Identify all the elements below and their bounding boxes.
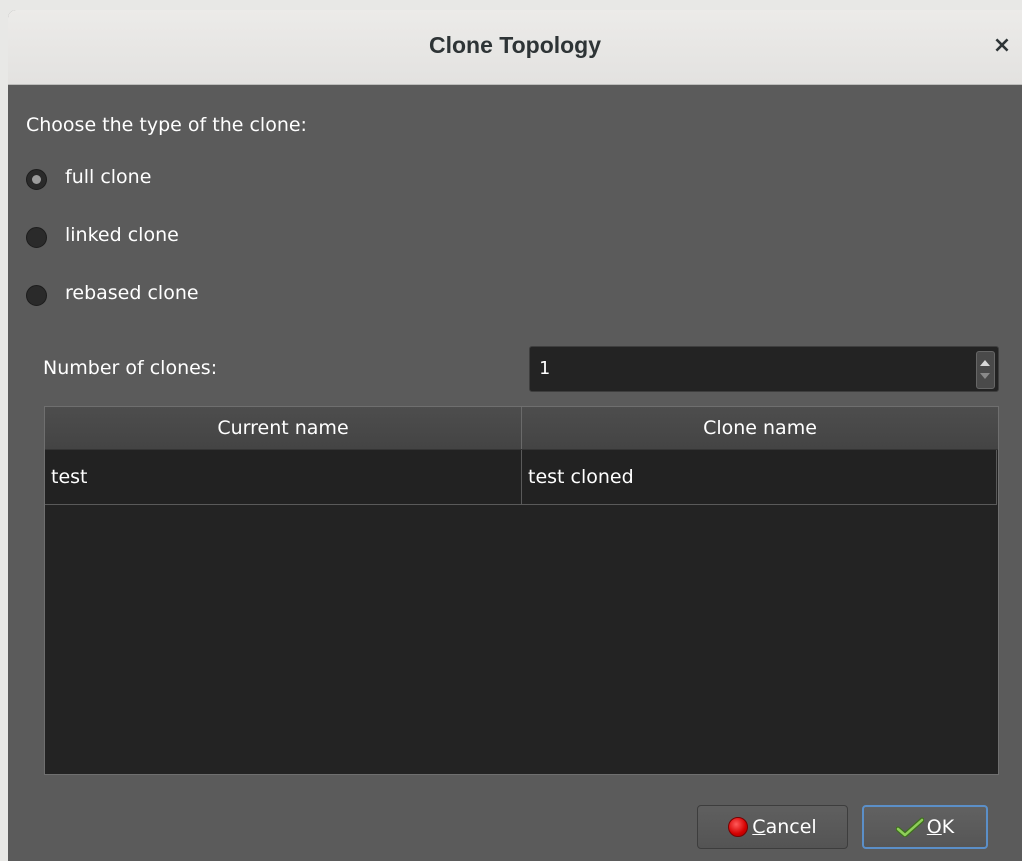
title-bar: Clone Topology × <box>8 10 1022 85</box>
clone-type-prompt: Choose the type of the clone: <box>26 114 307 136</box>
stop-icon <box>728 817 749 837</box>
ok-button[interactable]: OK <box>862 805 988 849</box>
radio-linked-clone[interactable] <box>26 227 47 248</box>
cell-clone-name[interactable]: test cloned <box>522 450 996 504</box>
clone-topology-dialog: Clone Topology × Choose the type of the … <box>8 10 1022 861</box>
ok-button-label: OK <box>926 816 955 838</box>
spin-up-icon[interactable] <box>980 360 990 366</box>
cancel-button-label: Cancel <box>752 816 817 838</box>
checkmark-icon <box>895 817 924 837</box>
spin-arrows[interactable] <box>976 351 995 389</box>
clone-names-table[interactable]: Current name Clone name test test cloned <box>44 406 999 775</box>
header-current-name[interactable]: Current name <box>45 407 522 449</box>
cell-current-name: test <box>45 450 522 504</box>
table-header: Current name Clone name <box>45 407 998 450</box>
spin-down-icon[interactable] <box>980 373 990 379</box>
header-clone-name[interactable]: Clone name <box>522 407 998 449</box>
radio-rebased-clone[interactable] <box>26 285 47 306</box>
dialog-title: Clone Topology <box>428 32 602 58</box>
close-icon[interactable]: × <box>988 32 1016 60</box>
radio-linked-clone-label[interactable]: linked clone <box>65 224 179 246</box>
radio-rebased-clone-label[interactable]: rebased clone <box>65 282 199 304</box>
number-of-clones-label: Number of clones: <box>43 357 218 379</box>
radio-full-clone[interactable] <box>26 169 47 190</box>
radio-full-clone-label[interactable]: full clone <box>65 166 151 188</box>
number-of-clones-value[interactable]: 1 <box>539 358 550 379</box>
number-of-clones-spinbox[interactable]: 1 <box>529 346 999 392</box>
table-row[interactable]: test test cloned <box>45 450 997 505</box>
cancel-button[interactable]: Cancel <box>697 805 848 849</box>
